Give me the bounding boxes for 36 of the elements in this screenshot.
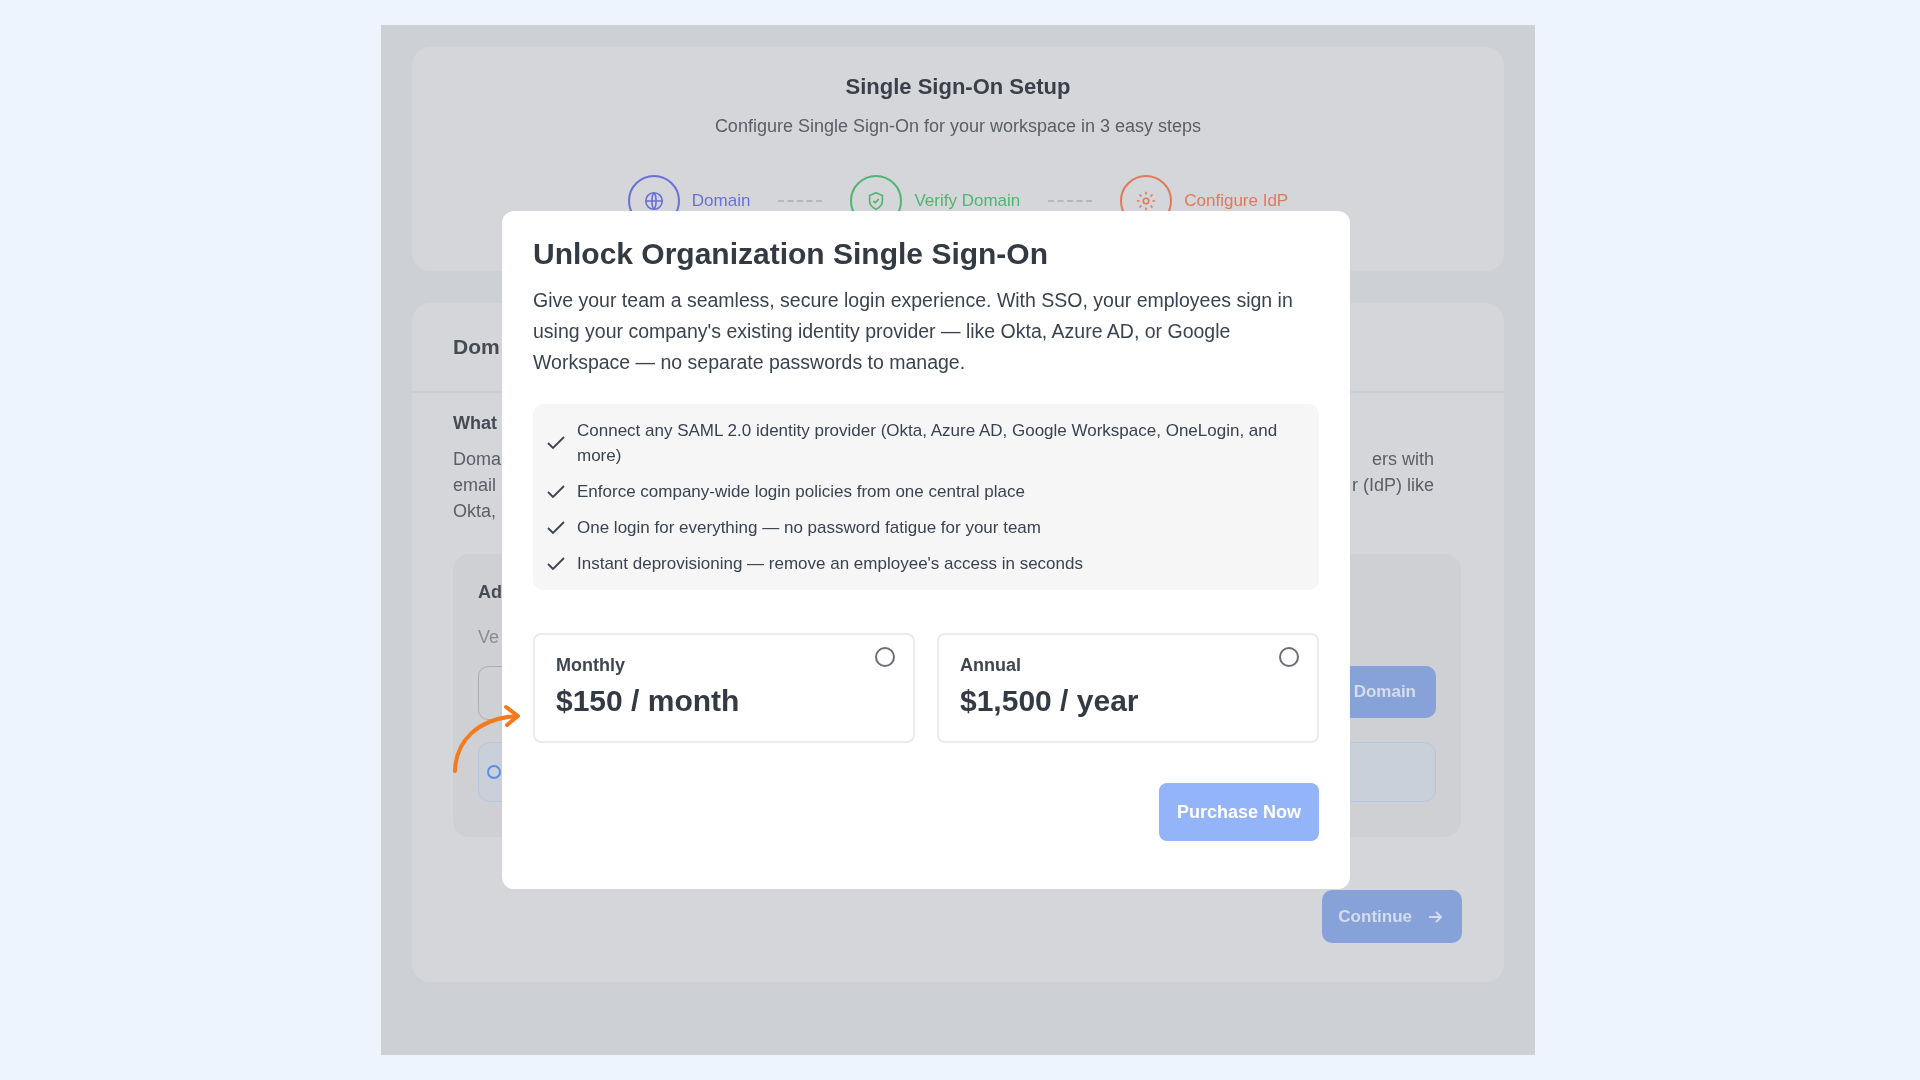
info-icon: [487, 765, 501, 779]
radio-button[interactable]: [1279, 647, 1299, 667]
page-subtitle: Configure Single Sign-On for your workspace in 3 easy steps: [714, 116, 1202, 137]
paragraph-text: Doma: [453, 448, 501, 471]
step-label: Configure IdP: [1184, 191, 1289, 211]
plan-price: $150 / month: [556, 684, 741, 718]
feature-text: Instant deprovisioning — remove an employee's access in seconds: [577, 553, 1083, 575]
paragraph-text: Okta,: [453, 500, 496, 523]
check-icon: [547, 520, 565, 535]
modal-title: Unlock Organization Single Sign-On: [533, 237, 1050, 271]
step-label: Domain: [691, 191, 751, 211]
paragraph-text: r (IdP) like: [1352, 474, 1434, 497]
hint-text: Ve: [478, 627, 500, 648]
card-heading: Dom: [453, 335, 500, 359]
paragraph-text: ers with: [1372, 448, 1434, 471]
plan-name: Annual: [960, 655, 1021, 676]
check-icon: [547, 484, 565, 499]
gear-icon: [1135, 190, 1158, 212]
plan-name: Monthly: [556, 655, 625, 676]
modal-description: Give your team a seamless, secure login experience. With SSO, your employees sign in using your company's existing identity provider — like Okta, Azure AD, or Google Workspace — no separate passwords to manage.: [533, 288, 1294, 375]
step-label: Verify Domain: [914, 191, 1021, 211]
radio-button[interactable]: [875, 647, 895, 667]
paragraph-text: email: [453, 474, 496, 497]
plan-price: $1,500 / year: [960, 684, 1140, 718]
panel-title: Ad: [478, 582, 503, 603]
check-icon: [547, 556, 565, 571]
globe-icon: [642, 190, 665, 212]
section-title: What: [453, 413, 497, 434]
plan-option[interactable]: Monthly $150 / month: [533, 633, 915, 743]
feature-text: One login for everything — no password fatigue for your team: [577, 517, 1041, 539]
feature-text: Connect any SAML 2.0 identity provider (Okta, Azure AD, Google Workspace, OneLogin, and more): [577, 420, 1279, 467]
plan-option[interactable]: Annual $1,500 / year: [937, 633, 1319, 743]
continue-button[interactable]: Continue: [1322, 890, 1462, 943]
check-icon: [547, 436, 565, 450]
feature-text: Enforce company-wide login policies from one central place: [577, 481, 1025, 503]
page-title: Single Sign-On Setup: [845, 74, 1071, 100]
